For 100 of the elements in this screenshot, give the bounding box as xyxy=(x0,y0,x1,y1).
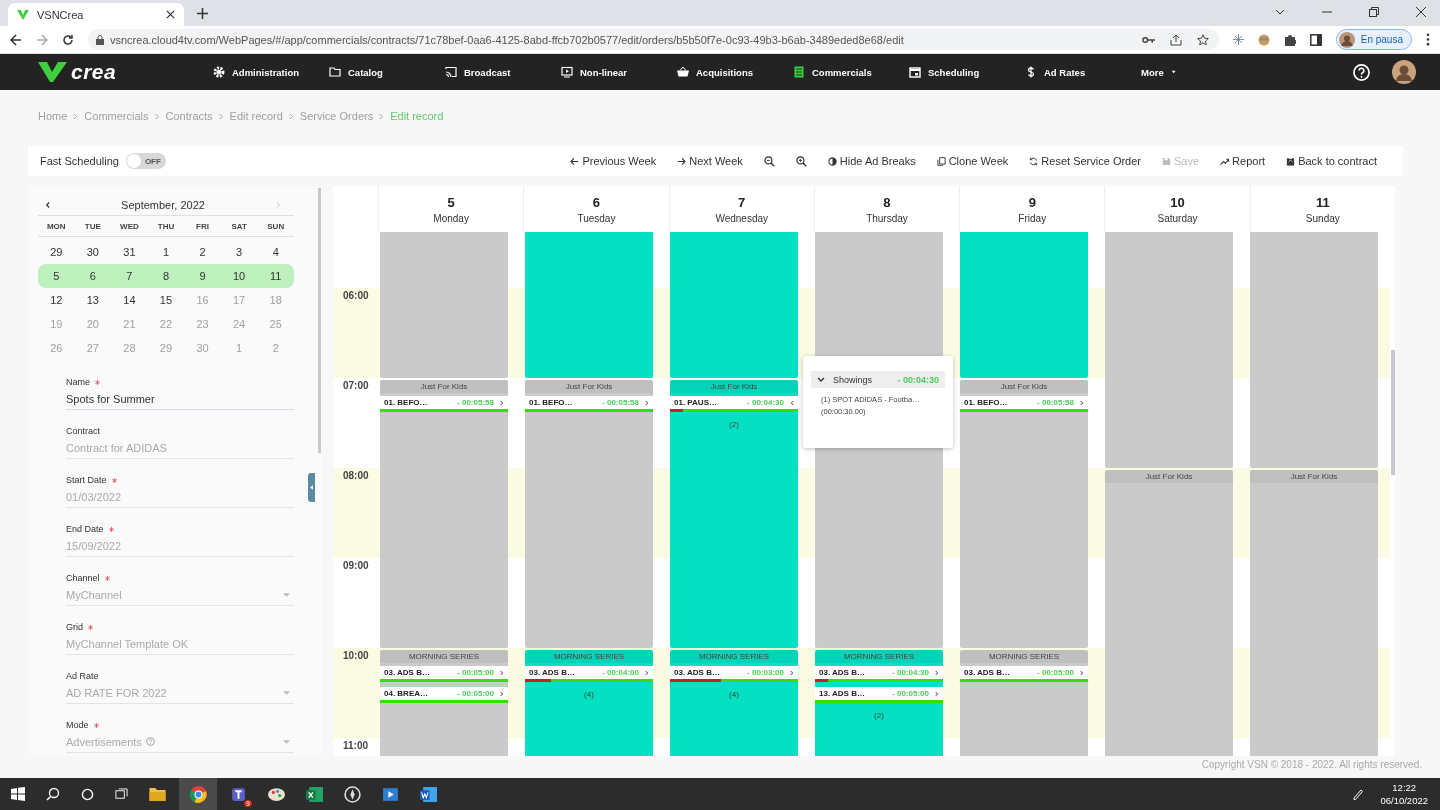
ad-break-row[interactable]: 04. BREA… - 00:05:00 xyxy=(380,687,508,703)
calendar-day[interactable]: 6 xyxy=(89,270,96,282)
calendar-day[interactable]: 2 xyxy=(199,246,206,258)
program-block[interactable]: Just For Kids 01. BEFO… - 00:05:58 xyxy=(380,380,508,648)
nav-item[interactable]: Acquisitions xyxy=(677,66,793,78)
ad-break-row[interactable]: 01. BEFO… - 00:05:58 xyxy=(380,396,508,412)
avatar-icon[interactable] xyxy=(1392,60,1416,84)
program-title: Just For Kids xyxy=(1105,470,1233,483)
snowflake-icon[interactable] xyxy=(1232,34,1244,45)
document-icon[interactable] xyxy=(420,785,437,803)
calendar-day[interactable]: 9 xyxy=(199,270,206,282)
task-view-icon[interactable] xyxy=(115,787,128,801)
profile-button[interactable]: En pausa xyxy=(1335,29,1412,50)
calendar-day[interactable]: 29 xyxy=(50,246,63,258)
nav-item[interactable]: Non-linear xyxy=(561,66,677,78)
calendar-day[interactable]: 31 xyxy=(123,246,136,258)
toolbar-button[interactable]: Hide Ad Breaks xyxy=(827,155,916,167)
program-block[interactable]: Just For Kids 01. BEFO… - 00:05:58 xyxy=(960,380,1088,648)
calendar-day[interactable]: 15 xyxy=(159,294,173,306)
toolbar-button[interactable]: Clone Week xyxy=(936,155,1009,167)
new-tab-icon[interactable] xyxy=(197,8,208,19)
calendar-day[interactable]: 7 xyxy=(126,270,133,282)
help-icon[interactable] xyxy=(1353,63,1370,81)
ad-break-row[interactable]: 01. BEFO… - 00:05:58 xyxy=(960,396,1088,412)
program-block[interactable]: MORNING SERIES 03. ADS B… - 00:05:00 xyxy=(960,650,1088,756)
ad-break-row[interactable]: 03. ADS B… - 00:04:00 xyxy=(525,666,653,682)
calendar-day[interactable]: 10 xyxy=(233,270,246,282)
nav-item[interactable]: Ad Rates xyxy=(1025,66,1141,78)
program-block[interactable]: Just For Kids 01. PAUS… - 00:04:30 (2) xyxy=(670,380,798,648)
chevron-down-icon[interactable] xyxy=(1275,9,1285,15)
restore-icon[interactable] xyxy=(1369,7,1379,17)
program-block[interactable]: MORNING SERIES 03. ADS B… - 00:05:00 04. BREA… - 00:05:00 xyxy=(380,650,508,756)
calendar-day[interactable]: 14 xyxy=(123,294,136,306)
extension-icon[interactable] xyxy=(1257,33,1270,46)
program-block[interactable]: Just For Kids xyxy=(1105,470,1233,756)
ad-break-row[interactable]: 01. BEFO… - 00:05:58 xyxy=(525,396,653,412)
toolbar-button[interactable]: Report xyxy=(1220,155,1266,167)
nav-item[interactable]: Administration xyxy=(213,66,329,78)
scrollbar[interactable] xyxy=(318,188,321,453)
ad-break-row[interactable]: 13. ADS B… - 00:05:00 xyxy=(815,687,943,703)
toolbar-button[interactable]: Reset Service Order xyxy=(1029,155,1141,167)
ad-break-row[interactable]: 03. ADS B… - 00:04:30 xyxy=(815,666,943,682)
fast-scheduling-toggle[interactable]: OFF xyxy=(125,153,166,169)
calendar-day[interactable]: 1 xyxy=(162,246,170,258)
nav-item[interactable]: More xyxy=(1141,66,1257,78)
calendar-day[interactable]: 12 xyxy=(50,294,63,306)
media-player-icon[interactable] xyxy=(382,785,399,803)
browser-tab[interactable]: VSNCrea xyxy=(8,3,184,26)
program-block[interactable]: MORNING SERIES 03. ADS B… - 00:04:00 (4) xyxy=(525,650,653,756)
key-icon[interactable] xyxy=(1141,35,1155,44)
compass-icon[interactable] xyxy=(344,785,361,803)
toolbar-button[interactable]: Previous Week xyxy=(570,155,657,167)
collapse-handle[interactable] xyxy=(308,473,315,502)
nav-item[interactable]: Scheduling xyxy=(909,66,1025,78)
program-block[interactable]: Just For Kids 01. BEFO… - 00:05:58 xyxy=(525,380,653,648)
calendar-day[interactable]: 13 xyxy=(86,294,99,306)
zoom-in-icon[interactable] xyxy=(795,155,807,167)
program-block[interactable]: MORNING SERIES 03. ADS B… - 00:03:00 (4) xyxy=(670,650,798,756)
scrollbar[interactable] xyxy=(1391,350,1395,475)
reload-icon[interactable] xyxy=(62,33,74,46)
calendar-day[interactable]: 5 xyxy=(53,270,60,282)
pen-icon[interactable] xyxy=(1352,788,1365,800)
calendar-day[interactable]: 30 xyxy=(86,246,99,258)
star-icon[interactable] xyxy=(1196,33,1209,46)
folder-icon[interactable] xyxy=(149,787,166,801)
ad-break-row[interactable]: 03. ADS B… - 00:05:00 xyxy=(960,666,1088,682)
browser-icon[interactable] xyxy=(189,785,207,803)
logo-text[interactable]: crea xyxy=(71,60,117,84)
chevron-left-icon[interactable] xyxy=(45,201,50,209)
input-field[interactable]: Spots for Summer xyxy=(66,388,294,410)
close-icon[interactable] xyxy=(1416,7,1426,17)
program-block[interactable]: MORNING SERIES 03. ADS B… - 00:04:30 13. ADS B… - 00:05:00 (2) xyxy=(815,650,943,756)
chat-app-icon[interactable] xyxy=(230,785,247,803)
ad-break-row[interactable]: 03. ADS B… - 00:05:00 xyxy=(380,666,508,682)
zoom-out-icon[interactable] xyxy=(763,155,775,167)
chevron-down-icon[interactable] xyxy=(817,377,825,382)
program-block[interactable]: Just For Kids xyxy=(1250,470,1378,756)
address-bar[interactable]: vsncrea.cloud4tv.com/WebPages/#/app/commercials/contracts/71c78bef-0aa6-4125-8abd-ffcb702b0577/edit/orders/b5b50f7e-0c93-49b3-b6ab-3489eded8e68/edit xyxy=(88,29,1219,50)
puzzle-icon[interactable] xyxy=(1283,33,1296,46)
nav-item[interactable]: Catalog xyxy=(329,66,445,78)
search-icon[interactable] xyxy=(46,787,60,801)
circle-icon[interactable] xyxy=(81,787,94,801)
toolbar-button[interactable]: Back to contract xyxy=(1286,155,1377,167)
nav-item[interactable]: Broadcast xyxy=(445,66,561,78)
toolbar-button[interactable]: Next Week xyxy=(677,155,743,167)
ad-break-row[interactable]: 03. ADS B… - 00:03:00 xyxy=(670,666,798,682)
calendar-day[interactable]: 4 xyxy=(272,246,279,258)
calendar-day[interactable]: 11 xyxy=(270,270,282,282)
nav-item[interactable]: Commercials xyxy=(793,66,909,78)
calendar-day[interactable]: 3 xyxy=(236,246,243,258)
close-icon[interactable] xyxy=(166,10,175,19)
side-panel-icon[interactable] xyxy=(1309,33,1322,46)
windows-icon[interactable] xyxy=(11,787,25,801)
menu-icon[interactable] xyxy=(1426,33,1430,46)
calendar-day[interactable]: 8 xyxy=(162,270,170,282)
back-icon[interactable] xyxy=(10,33,22,46)
palette-icon[interactable] xyxy=(268,785,285,803)
spreadsheet-icon[interactable] xyxy=(306,785,323,803)
share-icon[interactable] xyxy=(1169,33,1182,46)
ad-break-row[interactable]: 01. PAUS… - 00:04:30 xyxy=(670,396,798,412)
